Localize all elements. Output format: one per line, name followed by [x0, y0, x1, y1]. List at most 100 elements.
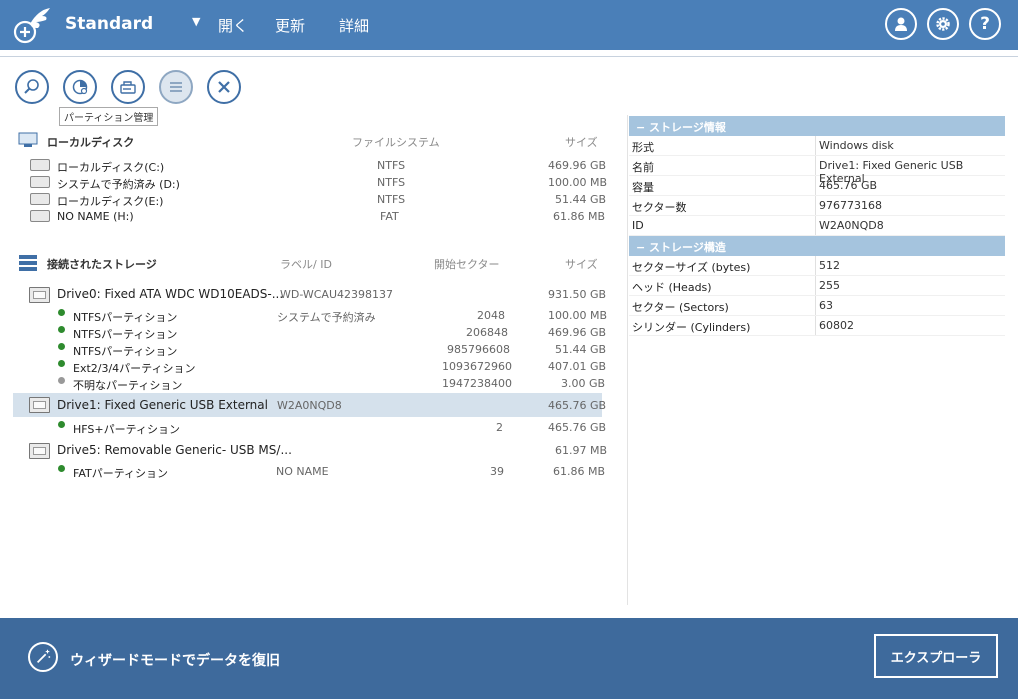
list-view-button[interactable]: [159, 70, 193, 104]
property-value: 465.76 GB: [819, 179, 878, 192]
partition-label: NO NAME: [276, 465, 329, 478]
section-title: − ストレージ情報: [636, 121, 726, 134]
divider: [0, 56, 1018, 57]
local-disk-row[interactable]: NO NAME (H:) FAT 61.86 MB: [0, 208, 620, 225]
partition-row[interactable]: NTFSパーティション 206848 469.96 GB: [0, 324, 620, 341]
partition-row[interactable]: HFS+パーティション 2 465.76 GB: [0, 419, 620, 436]
disk-name: ローカルディスク(E:): [57, 195, 164, 208]
search-button[interactable]: [15, 70, 49, 104]
disk-fs: NTFS: [377, 159, 406, 172]
partition-row[interactable]: NTFSパーティション システムで予約済み 2048 100.00 MB: [0, 307, 620, 324]
local-disks-title: ローカルディスク: [47, 136, 135, 149]
partition-row[interactable]: NTFSパーティション 985796608 51.44 GB: [0, 341, 620, 358]
bottom-bar: ウィザードモードでデータを復旧 エクスプローラ: [0, 618, 1018, 699]
status-dot: [58, 343, 65, 350]
gear-icon: [936, 17, 950, 31]
disk-fs: FAT: [380, 210, 399, 223]
col-filesystem: ファイルシステム: [352, 136, 440, 149]
search-icon: [24, 79, 39, 94]
help-icon: ?: [980, 14, 990, 34]
drive-id: W2A0NQD8: [277, 399, 342, 412]
wizard-mode-label[interactable]: ウィザードモードでデータを復旧: [70, 650, 280, 670]
local-disk-row[interactable]: ローカルディスク(E:) NTFS 51.44 GB: [0, 191, 620, 208]
wizard-button[interactable]: [28, 642, 58, 672]
user-button[interactable]: [885, 8, 917, 40]
property-row: ID W2A0NQD8: [629, 216, 1005, 236]
partition-size: 465.76 GB: [548, 421, 607, 434]
drive-icon: [29, 443, 50, 459]
partition-size: 61.86 MB: [553, 465, 606, 478]
property-row: セクター数 976773168: [629, 196, 1005, 216]
properties-panel: − ストレージ情報 形式 Windows disk 名前 Drive1: Fixed…: [629, 116, 1005, 336]
partition-start: 2: [496, 421, 503, 434]
partition-row[interactable]: FATパーティション NO NAME 39 61.86 MB: [0, 463, 620, 480]
status-dot: [58, 309, 65, 316]
partition-start: 2048: [477, 309, 505, 322]
partition-row[interactable]: Ext2/3/4パーティション 1093672960 407.01 GB: [0, 358, 620, 375]
storage-structure-header[interactable]: − ストレージ構造: [629, 236, 1005, 256]
partition-name: NTFSパーティション: [73, 345, 178, 358]
partition-size: 469.96 GB: [548, 326, 607, 339]
local-disk-row[interactable]: システムで予約済み (D:) NTFS 100.00 MB: [0, 174, 620, 191]
partition-name: Ext2/3/4パーティション: [73, 362, 196, 375]
disk-image-icon: [120, 81, 136, 94]
section-title: − ストレージ構造: [636, 241, 726, 254]
storage-info-header[interactable]: − ストレージ情報: [629, 116, 1005, 136]
property-row: 形式 Windows disk: [629, 136, 1005, 156]
menu-details[interactable]: 詳細: [339, 15, 369, 36]
menu-refresh[interactable]: 更新: [275, 15, 305, 36]
property-row: 名前 Drive1: Fixed Generic USB External: [629, 156, 1005, 185]
partition-size: 100.00 MB: [548, 309, 608, 322]
partition-name: HFS+パーティション: [73, 423, 180, 436]
property-key: 形式: [632, 141, 654, 154]
drive-name: Drive5: Removable Generic- USB MS/...: [57, 443, 292, 457]
property-key: セクター数: [632, 201, 687, 214]
disk-name: ローカルディスク(C:): [57, 161, 165, 174]
property-value: 976773168: [819, 199, 882, 212]
menu-open[interactable]: 開く: [218, 15, 248, 36]
settings-button[interactable]: [927, 8, 959, 40]
storages-header: 接続されたストレージ ラベル/ ID 開始セクター サイズ: [0, 254, 620, 271]
drive-icon: [29, 397, 50, 413]
col-label-id: ラベル/ ID: [280, 258, 332, 271]
user-icon: [895, 17, 907, 31]
app-title: Standard: [65, 14, 154, 34]
col-size: サイズ: [565, 258, 598, 271]
drive-row[interactable]: Drive5: Removable Generic- USB MS/... 61…: [0, 442, 620, 459]
disk-name: NO NAME (H:): [57, 210, 134, 223]
partition-row[interactable]: 不明なパーティション 1947238400 3.00 GB: [0, 375, 620, 392]
local-disk-row[interactable]: ローカルディスク(C:) NTFS 469.96 GB: [0, 157, 620, 174]
panel-divider: [627, 115, 628, 605]
storages-title: 接続されたストレージ: [47, 258, 157, 271]
property-key: ID: [632, 219, 644, 232]
disk-image-button[interactable]: [111, 70, 145, 104]
disk-size: 51.44 GB: [555, 193, 607, 206]
explorer-button[interactable]: エクスプローラ: [874, 634, 998, 678]
drive-size: 931.50 GB: [548, 288, 607, 301]
disk-fs: NTFS: [377, 193, 406, 206]
property-key: セクターサイズ (bytes): [632, 261, 751, 274]
help-button[interactable]: ?: [969, 8, 1001, 40]
mode-dropdown-caret[interactable]: ▼: [192, 15, 200, 28]
partition-label: システムで予約済み: [277, 311, 376, 324]
property-row: 容量 465.76 GB: [629, 176, 1005, 196]
property-value: 60802: [819, 319, 854, 332]
disk-icon: [30, 159, 50, 171]
disk-fs: NTFS: [377, 176, 406, 189]
top-bar: Standard ▼ 開く 更新 詳細 ?: [0, 0, 1018, 50]
status-dot: [58, 326, 65, 333]
property-row: セクター (Sectors) 63: [629, 296, 1005, 316]
partition-size: 407.01 GB: [548, 360, 607, 373]
logo-icon: [12, 6, 52, 44]
close-button[interactable]: [207, 70, 241, 104]
property-value: W2A0NQD8: [819, 219, 884, 232]
disk-size: 469.96 GB: [548, 159, 607, 172]
server-icon: [18, 254, 38, 275]
partition-manager-button[interactable]: [63, 70, 97, 104]
disk-icon: [30, 193, 50, 205]
drive-row-selected[interactable]: Drive1: Fixed Generic USB External W2A0N…: [13, 393, 606, 417]
list-icon: [170, 82, 182, 92]
property-key: セクター (Sectors): [632, 301, 729, 314]
drive-row[interactable]: Drive0: Fixed ATA WDC WD10EADS-... WD-WC…: [0, 286, 620, 303]
property-key: 容量: [632, 181, 654, 194]
